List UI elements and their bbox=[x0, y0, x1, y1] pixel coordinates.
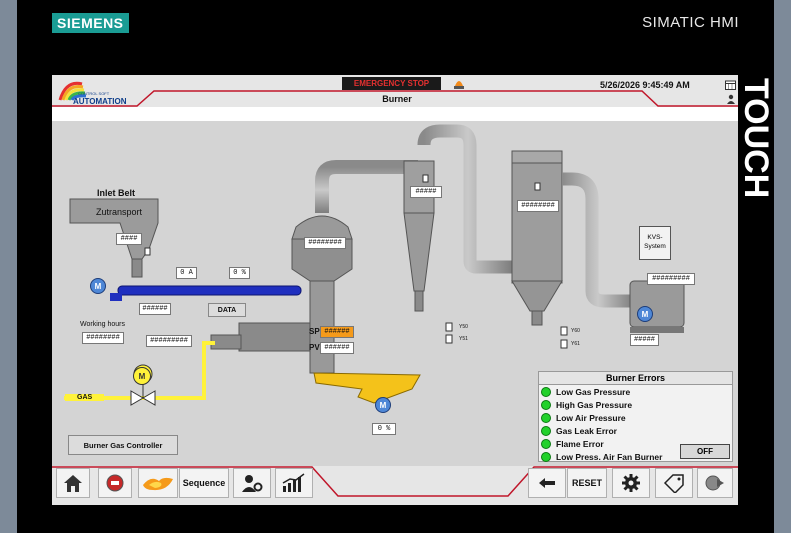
data-button[interactable]: DATA bbox=[208, 303, 246, 317]
valve-y51-label: Y51 bbox=[459, 336, 468, 342]
error-row: Low Gas Pressure bbox=[539, 385, 732, 398]
exit-button[interactable] bbox=[697, 468, 733, 498]
valve-y61-label: Y61 bbox=[571, 341, 580, 347]
status-ok-icon bbox=[541, 425, 551, 436]
working-hours-label: Working hours bbox=[80, 321, 126, 328]
brand-logo: SIEMENS bbox=[52, 13, 129, 33]
belt-current-value: 0 A bbox=[176, 267, 197, 279]
burner-errors-panel: Burner Errors Low Gas Pressure High Gas … bbox=[538, 371, 733, 462]
belt-motor-icon[interactable]: M bbox=[90, 278, 106, 294]
bottom-navigation: Sequence RESET bbox=[52, 466, 738, 505]
user-settings-button[interactable] bbox=[233, 468, 271, 498]
burner-fan-motor-icon[interactable]: M bbox=[375, 397, 391, 413]
alarm-beacon-icon[interactable] bbox=[452, 77, 466, 90]
status-ok-icon bbox=[541, 412, 551, 423]
trend-icon bbox=[282, 473, 305, 492]
pv-label: PV bbox=[309, 343, 320, 352]
fan-speed-value: ##### bbox=[630, 334, 659, 346]
touch-label: TOUCH bbox=[737, 78, 775, 199]
valve-y50-label: Y50 bbox=[459, 324, 468, 330]
gas-label: GAS bbox=[65, 394, 105, 401]
discharge-chute bbox=[313, 372, 421, 404]
reset-button[interactable]: RESET bbox=[567, 468, 607, 498]
exhaust-fan bbox=[629, 280, 685, 333]
header-bar: CONTROL SOFT AUTOMATION EMERGENCY STOP B… bbox=[52, 75, 738, 107]
screen-title: Burner bbox=[382, 94, 412, 104]
error-row: Gas Leak Error bbox=[539, 424, 732, 437]
burner-gas-controller-button[interactable]: Burner Gas Controller bbox=[68, 435, 178, 455]
screw-feeder bbox=[238, 322, 312, 352]
belt-speed-setpoint[interactable]: ###### bbox=[139, 303, 171, 315]
kvs-system-box[interactable]: KVS-System bbox=[639, 226, 671, 260]
temperature-process-value: ###### bbox=[320, 342, 354, 354]
valve-y60-icon[interactable] bbox=[560, 326, 568, 336]
burner-errors-title: Burner Errors bbox=[539, 372, 732, 385]
user-login-icon[interactable] bbox=[726, 94, 736, 104]
stop-icon bbox=[106, 474, 124, 492]
working-hours-value: ######## bbox=[82, 332, 124, 344]
back-button[interactable] bbox=[528, 468, 566, 498]
error-row: Low Air Pressure bbox=[539, 411, 732, 424]
datetime-display: 5/26/2026 9:45:49 AM bbox=[600, 80, 690, 90]
status-ok-icon bbox=[541, 451, 551, 462]
home-button[interactable] bbox=[56, 468, 90, 498]
bag-filter bbox=[511, 150, 634, 326]
model-label: SIMATIC HMI bbox=[642, 14, 739, 31]
hopper-level-icon bbox=[144, 247, 151, 256]
error-row: High Gas Pressure bbox=[539, 398, 732, 411]
filter-level-icon bbox=[534, 182, 541, 191]
zutransport-label: Zutransport bbox=[96, 207, 143, 217]
status-ok-icon bbox=[541, 438, 551, 449]
valve-y60-label: Y60 bbox=[571, 328, 580, 334]
cyclone-level-icon bbox=[422, 174, 429, 183]
inlet-conveyor-belt bbox=[117, 285, 302, 296]
exit-icon bbox=[705, 475, 724, 491]
filter-value: ######## bbox=[517, 200, 559, 212]
flame-icon bbox=[143, 477, 173, 491]
valve-y51-icon[interactable] bbox=[445, 334, 453, 344]
calendar-icon[interactable] bbox=[725, 80, 736, 90]
fan-motor-icon[interactable]: M bbox=[637, 306, 653, 322]
fan-value: ######### bbox=[647, 273, 695, 285]
valve-y61-icon[interactable] bbox=[560, 339, 568, 349]
sequence-button[interactable]: Sequence bbox=[179, 468, 229, 498]
stop-button[interactable] bbox=[98, 468, 132, 498]
user-settings-icon bbox=[242, 475, 263, 492]
cyclone-value: ##### bbox=[410, 186, 442, 198]
gas-motor-label-icon[interactable]: M bbox=[133, 367, 151, 385]
gear-icon bbox=[622, 474, 640, 492]
belt-speed-value: 0 % bbox=[229, 267, 250, 279]
status-ok-icon bbox=[541, 386, 551, 397]
sp-label: SP bbox=[309, 327, 320, 336]
emergency-stop-indicator: EMERGENCY STOP bbox=[342, 77, 441, 90]
tag-icon bbox=[663, 474, 684, 493]
valve-y50-icon[interactable] bbox=[445, 322, 453, 332]
status-ok-icon bbox=[541, 399, 551, 410]
back-arrow-icon bbox=[539, 478, 555, 488]
burner-fan-speed-value: 0 % bbox=[372, 423, 396, 435]
temperature-setpoint[interactable]: ###### bbox=[320, 326, 354, 338]
chamber-temperature-value: ######## bbox=[304, 237, 346, 249]
tag-button[interactable] bbox=[655, 468, 693, 498]
off-button[interactable]: OFF bbox=[680, 444, 730, 459]
trend-button[interactable] bbox=[275, 468, 313, 498]
cyclone-separator bbox=[403, 124, 512, 312]
gas-valve-icon[interactable] bbox=[130, 383, 156, 406]
process-area: Inlet Belt Zutransport #### M 0 A 0 % ##… bbox=[52, 121, 738, 466]
hopper-level-value: #### bbox=[116, 233, 142, 245]
burner-button[interactable] bbox=[138, 468, 178, 498]
home-icon bbox=[64, 475, 82, 492]
feeder-value: ######### bbox=[146, 335, 192, 347]
inlet-belt-label: Inlet Belt bbox=[97, 188, 136, 198]
settings-button[interactable] bbox=[612, 468, 650, 498]
hmi-screen: CONTROL SOFT AUTOMATION EMERGENCY STOP B… bbox=[52, 75, 738, 505]
